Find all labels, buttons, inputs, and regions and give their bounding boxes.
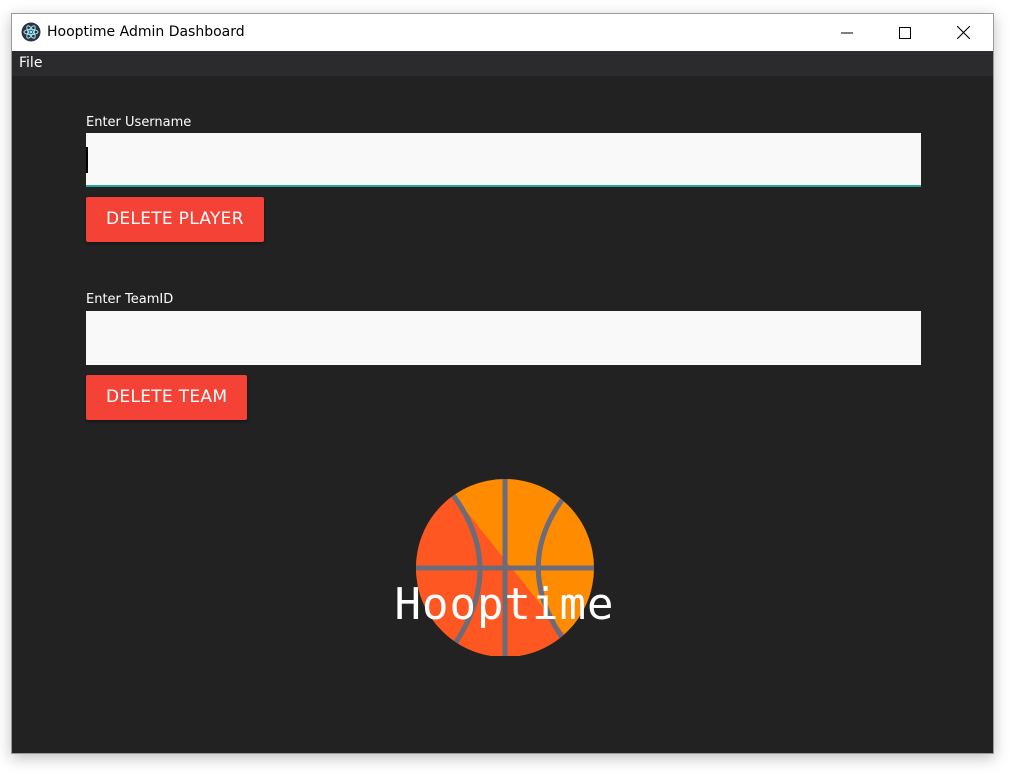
maximize-button[interactable]: [876, 14, 934, 51]
app-window: Hooptime Admin Dashboard File Enter User…: [11, 13, 994, 754]
maximize-icon: [899, 26, 911, 39]
delete-player-button[interactable]: DELETE PLAYER: [86, 197, 264, 242]
text-caret: [86, 147, 88, 173]
username-input[interactable]: [86, 133, 921, 187]
teamid-label: Enter TeamID: [86, 292, 174, 307]
minimize-icon: [841, 32, 853, 33]
dashboard-content: Enter Username DELETE PLAYER Enter TeamI…: [12, 76, 993, 753]
window-title: Hooptime Admin Dashboard: [47, 24, 245, 40]
menu-bar: File: [12, 51, 993, 76]
minimize-button[interactable]: [818, 14, 876, 51]
teamid-input[interactable]: [86, 311, 921, 365]
close-icon: [956, 26, 970, 39]
title-bar[interactable]: Hooptime Admin Dashboard: [12, 14, 993, 51]
delete-team-button[interactable]: DELETE TEAM: [86, 375, 248, 420]
close-button[interactable]: [934, 14, 992, 51]
username-label: Enter Username: [86, 115, 192, 130]
electron-app-icon: [21, 22, 41, 42]
menu-file[interactable]: File: [19, 51, 42, 76]
logo-text: Hooptime: [394, 579, 615, 630]
hooptime-logo: [390, 466, 620, 660]
